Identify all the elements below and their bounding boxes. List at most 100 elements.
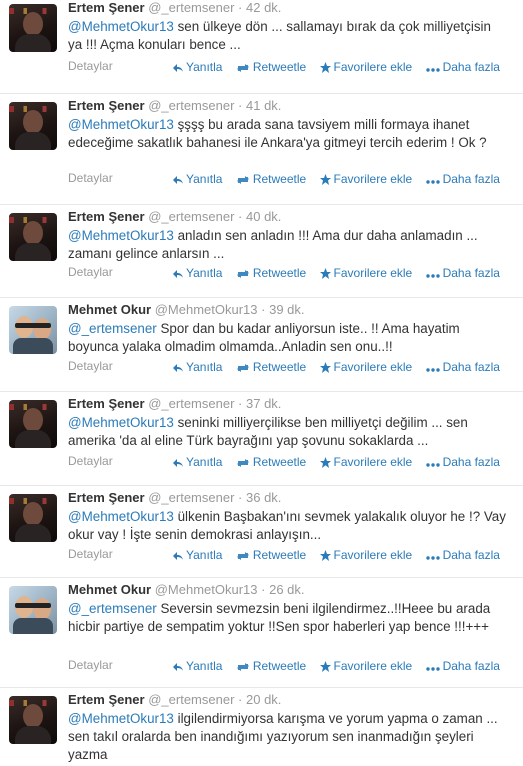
user-handle[interactable]: @_ertemsener [148, 490, 234, 505]
details-link[interactable]: Detaylar [68, 171, 113, 185]
user-name[interactable]: Mehmet Okur [68, 302, 151, 317]
reply-button[interactable]: Yanıtla [172, 266, 222, 280]
avatar[interactable] [9, 213, 57, 261]
tweet-actions: Yanıtla Retweetle Favorilere ekle Daha f… [172, 455, 510, 469]
favorite-button[interactable]: Favorilere ekle [319, 266, 412, 280]
more-icon [425, 180, 440, 184]
user-handle[interactable]: @_ertemsener [148, 0, 234, 15]
tweet-text: @_ertemsener Seversin sevmezsin beni ilg… [68, 601, 491, 634]
mention-link[interactable]: @MehmetOkur13 [68, 711, 174, 726]
retweet-button[interactable]: Retweetle [236, 172, 306, 186]
user-handle[interactable]: @_ertemsener [148, 209, 234, 224]
user-name[interactable]: Ertem Şener [68, 490, 145, 505]
tweet-time[interactable]: 20 dk. [246, 692, 281, 707]
more-icon [425, 667, 440, 671]
tweet-actions: Yanıtla Retweetle Favorilere ekle Daha f… [172, 659, 510, 673]
tweet-time[interactable]: 37 dk. [246, 396, 281, 411]
user-name[interactable]: Mehmet Okur [68, 582, 151, 597]
more-button[interactable]: Daha fazla [425, 548, 500, 562]
tweet-header: Ertem Şener @_ertemsener · 42 dk. [68, 0, 282, 15]
more-button[interactable]: Daha fazla [425, 360, 500, 374]
star-icon [319, 457, 331, 468]
more-icon [425, 68, 440, 72]
avatar[interactable] [9, 400, 57, 448]
mention-link[interactable]: @MehmetOkur13 [68, 19, 174, 34]
mention-link[interactable]: @MehmetOkur13 [68, 117, 174, 132]
retweet-button[interactable]: Retweetle [236, 659, 306, 673]
retweet-button[interactable]: Retweetle [236, 548, 306, 562]
retweet-button[interactable]: Retweetle [236, 266, 306, 280]
reply-button[interactable]: Yanıtla [172, 455, 222, 469]
favorite-button[interactable]: Favorilere ekle [319, 548, 412, 562]
favorite-button[interactable]: Favorilere ekle [319, 360, 412, 374]
reply-button[interactable]: Yanıtla [172, 172, 222, 186]
tweet-time[interactable]: 41 dk. [246, 98, 281, 113]
reply-icon [173, 64, 183, 72]
user-name[interactable]: Ertem Şener [68, 98, 145, 113]
user-handle[interactable]: @_ertemsener [148, 98, 234, 113]
tweet: Mehmet Okur @MehmetOkur13 · 39 dk. @_ert… [0, 298, 523, 392]
tweet: Ertem Şener @_ertemsener · 36 dk. @Mehme… [0, 486, 523, 578]
avatar[interactable] [9, 696, 57, 744]
mention-link[interactable]: @_ertemsener [68, 601, 157, 616]
tweet-header: Ertem Şener @_ertemsener · 41 dk. [68, 98, 282, 113]
tweet-time[interactable]: 40 dk. [246, 209, 281, 224]
avatar[interactable] [9, 306, 57, 354]
tweet-actions: Yanıtla Retweetle Favorilere ekle Daha f… [172, 172, 510, 186]
more-button[interactable]: Daha fazla [425, 266, 500, 280]
details-link[interactable]: Detaylar [68, 59, 113, 73]
details-link[interactable]: Detaylar [68, 547, 113, 561]
user-name[interactable]: Ertem Şener [68, 396, 145, 411]
user-handle[interactable]: @MehmetOkur13 [155, 582, 258, 597]
user-handle[interactable]: @_ertemsener [148, 396, 234, 411]
tweet: Ertem Şener @_ertemsener · 20 dk. @Mehme… [0, 688, 523, 766]
tweet-header: Mehmet Okur @MehmetOkur13 · 26 dk. [68, 582, 305, 597]
mention-link[interactable]: @_ertemsener [68, 321, 157, 336]
mention-link[interactable]: @MehmetOkur13 [68, 509, 174, 524]
user-handle[interactable]: @_ertemsener [148, 692, 234, 707]
reply-button[interactable]: Yanıtla [172, 548, 222, 562]
details-link[interactable]: Detaylar [68, 658, 113, 672]
avatar[interactable] [9, 4, 57, 52]
favorite-button[interactable]: Favorilere ekle [319, 659, 412, 673]
tweet-header: Ertem Şener @_ertemsener · 36 dk. [68, 490, 282, 505]
retweet-button[interactable]: Retweetle [236, 60, 306, 74]
reply-button[interactable]: Yanıtla [172, 659, 222, 673]
more-icon [425, 274, 440, 278]
tweet-text: @MehmetOkur13 anladın sen anladın !!! Am… [68, 228, 478, 261]
tweet-actions: Yanıtla Retweetle Favorilere ekle Daha f… [172, 266, 510, 280]
avatar[interactable] [9, 586, 57, 634]
more-button[interactable]: Daha fazla [425, 455, 500, 469]
tweet-time[interactable]: 36 dk. [246, 490, 281, 505]
tweet-time[interactable]: 42 dk. [246, 0, 281, 15]
more-icon [425, 556, 440, 560]
more-button[interactable]: Daha fazla [425, 659, 500, 673]
star-icon [319, 362, 331, 373]
user-handle[interactable]: @MehmetOkur13 [155, 302, 258, 317]
reply-button[interactable]: Yanıtla [172, 360, 222, 374]
more-button[interactable]: Daha fazla [425, 172, 500, 186]
tweet-time[interactable]: 26 dk. [269, 582, 304, 597]
avatar[interactable] [9, 102, 57, 150]
favorite-button[interactable]: Favorilere ekle [319, 455, 412, 469]
mention-link[interactable]: @MehmetOkur13 [68, 228, 174, 243]
user-name[interactable]: Ertem Şener [68, 0, 145, 15]
retweet-button[interactable]: Retweetle [236, 360, 306, 374]
tweet: Ertem Şener @_ertemsener · 40 dk. @Mehme… [0, 205, 523, 298]
avatar[interactable] [9, 494, 57, 542]
mention-link[interactable]: @MehmetOkur13 [68, 415, 174, 430]
user-name[interactable]: Ertem Şener [68, 692, 145, 707]
details-link[interactable]: Detaylar [68, 454, 113, 468]
tweet-time[interactable]: 39 dk. [269, 302, 304, 317]
tweet-actions: Yanıtla Retweetle Favorilere ekle Daha f… [172, 548, 510, 562]
tweet-header: Ertem Şener @_ertemsener · 40 dk. [68, 209, 282, 224]
favorite-button[interactable]: Favorilere ekle [319, 172, 412, 186]
details-link[interactable]: Detaylar [68, 265, 113, 279]
favorite-button[interactable]: Favorilere ekle [319, 60, 412, 74]
details-link[interactable]: Detaylar [68, 359, 113, 373]
more-button[interactable]: Daha fazla [425, 60, 500, 74]
retweet-button[interactable]: Retweetle [236, 455, 306, 469]
user-name[interactable]: Ertem Şener [68, 209, 145, 224]
tweet-text: @_ertemsener Spor dan bu kadar anliyorsu… [68, 321, 460, 354]
reply-button[interactable]: Yanıtla [172, 60, 222, 74]
